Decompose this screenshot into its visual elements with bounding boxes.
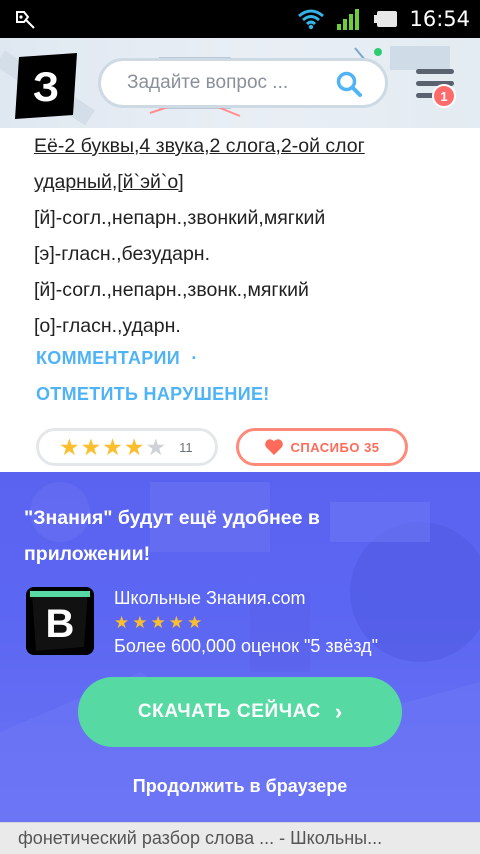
download-button[interactable]: СКАЧАТЬ СЕЙЧАС ›: [78, 677, 402, 747]
answer-line: [й]-согл.,непарн.,звонк.,мягкий: [34, 279, 309, 301]
continue-in-browser-link[interactable]: Продолжить в браузере: [0, 776, 480, 797]
app-name: Школьные Знания.com: [114, 588, 306, 608]
signal-icon: [337, 9, 360, 30]
answer-line: ударный,[й`эй`о]: [34, 171, 184, 193]
star-icon[interactable]: ★: [59, 435, 80, 459]
download-label: СКАЧАТЬ СЕЙЧАС: [137, 701, 321, 722]
comments-separator: ·: [191, 348, 198, 368]
chevron-right-icon: ›: [334, 699, 343, 724]
rating-widget[interactable]: ★ ★ ★ ★ ★ 11: [36, 428, 218, 466]
star-icon: ★: [187, 613, 206, 632]
star-icon: ★: [114, 613, 133, 632]
app-reviews: Более 600,000 оценок "5 звёзд": [114, 636, 378, 656]
answer-line: [о]-гласн.,ударн.: [34, 315, 181, 337]
menu-icon: [416, 69, 454, 74]
heart-icon: [265, 439, 284, 455]
search-input[interactable]: Задайте вопрос ...: [98, 58, 388, 108]
browser-tab-bar[interactable]: фонетический разбор слова ... - Школьны.…: [0, 822, 480, 854]
search-icon[interactable]: [335, 70, 363, 98]
svg-text:B: B: [46, 602, 75, 646]
wifi-icon: [298, 9, 325, 30]
app-header: З Задайте вопрос ... 1: [0, 38, 480, 128]
star-icon: ★: [132, 613, 151, 632]
star-icon[interactable]: ★: [124, 435, 145, 459]
rating-count: 11: [179, 439, 193, 455]
svg-text:З: З: [33, 63, 59, 110]
star-icon: ★: [150, 613, 169, 632]
answer-text: Её-2 буквы,4 звука,2 слога,2-ой слог уда…: [34, 128, 474, 344]
star-icon[interactable]: ★: [146, 435, 167, 459]
star-icon[interactable]: ★: [102, 435, 123, 459]
comments-link[interactable]: КОММЕНТАРИИ ·: [36, 348, 198, 369]
star-icon: ★: [168, 613, 187, 632]
notification-badge: 1: [432, 84, 456, 108]
battery-icon: [374, 11, 398, 27]
thanks-label: СПАСИБО 35: [290, 439, 380, 455]
app-promo-banner: "Знания" будут ещё удобнее в приложении!…: [0, 472, 480, 822]
notification-icon: [16, 11, 35, 29]
answer-line: [й]-согл.,непарн.,звонкий,мягкий: [34, 207, 326, 229]
page-title: фонетический разбор слова ... - Школьны.…: [18, 828, 383, 848]
report-link[interactable]: ОТМЕТИТЬ НАРУШЕНИЕ!: [36, 384, 270, 405]
star-icon[interactable]: ★: [81, 435, 102, 459]
search-placeholder: Задайте вопрос ...: [127, 72, 289, 93]
answer-line: [э]-гласн.,безударн.: [34, 243, 210, 265]
clock: 16:54: [409, 7, 470, 31]
app-icon[interactable]: B: [24, 585, 96, 657]
promo-title: "Знания" будут ещё удобнее в приложении!: [24, 507, 320, 565]
app-rating-stars: ★★★★★: [114, 613, 205, 633]
answer-line: Её-2 буквы,4 звука,2 слога,2-ой слог: [34, 135, 365, 157]
thanks-button[interactable]: СПАСИБО 35: [236, 428, 408, 466]
brainly-logo[interactable]: З: [13, 53, 79, 119]
comments-label: КОММЕНТАРИИ: [36, 348, 181, 368]
status-bar: 16:54: [0, 0, 480, 38]
